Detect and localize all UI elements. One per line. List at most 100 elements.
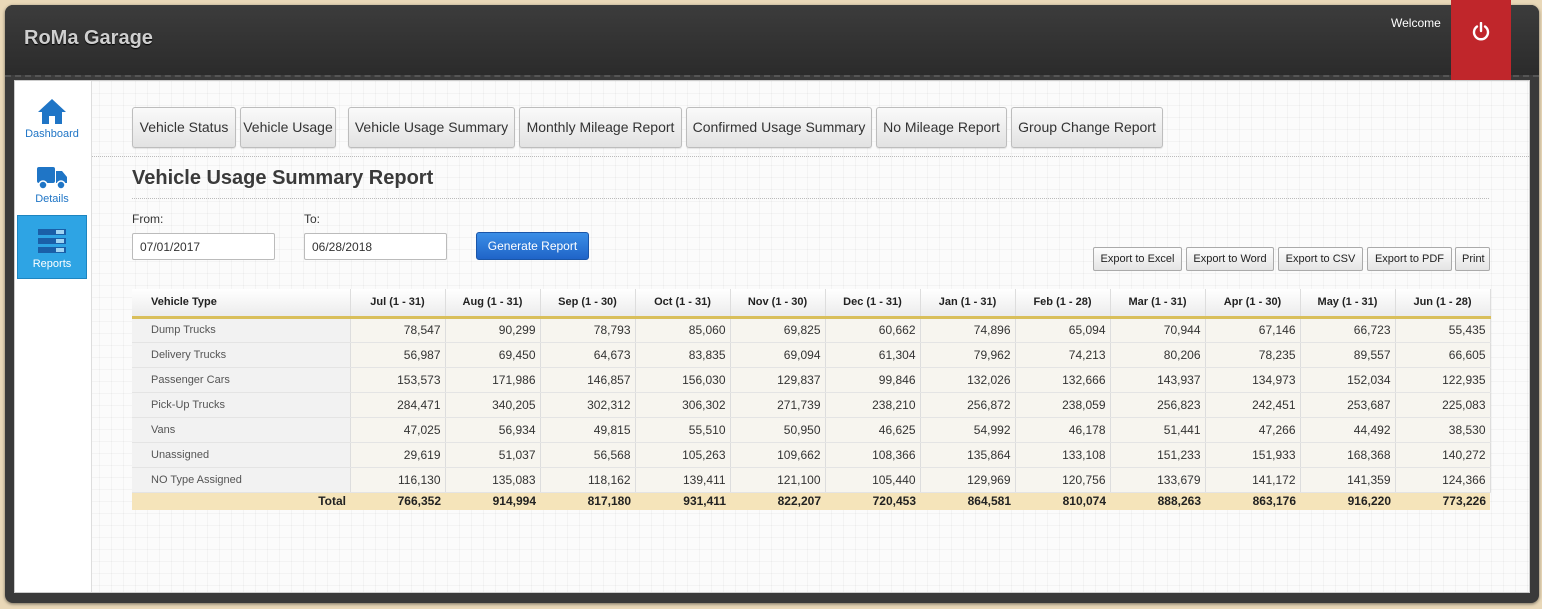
export-pdf-button[interactable]: Export to PDF bbox=[1367, 247, 1452, 271]
mileage-cell: 116,130 bbox=[350, 467, 446, 493]
vehicle-type-cell: Delivery Trucks bbox=[132, 342, 351, 368]
vehicle-type-cell: Pick-Up Trucks bbox=[132, 392, 351, 418]
list-icon bbox=[38, 229, 66, 253]
column-header[interactable]: Oct (1 - 31) bbox=[635, 289, 731, 319]
total-cell: 817,180 bbox=[540, 492, 635, 510]
table-row: Unassigned 29,619 51,037 56,568 105,263 109,6… bbox=[132, 442, 1491, 468]
export-excel-button[interactable]: Export to Excel bbox=[1093, 247, 1182, 271]
mileage-cell: 124,366 bbox=[1395, 467, 1491, 493]
tab-vehicle-usage-summary[interactable]: Vehicle Usage Summary bbox=[348, 107, 515, 148]
mileage-cell: 47,025 bbox=[350, 417, 446, 443]
welcome-text: Welcome bbox=[1391, 16, 1441, 30]
print-button[interactable]: Print bbox=[1455, 247, 1490, 271]
mileage-cell: 54,992 bbox=[920, 417, 1016, 443]
from-date-input[interactable] bbox=[132, 233, 275, 260]
column-header[interactable]: Dec (1 - 31) bbox=[825, 289, 921, 319]
mileage-cell: 51,441 bbox=[1110, 417, 1206, 443]
power-icon bbox=[1472, 22, 1490, 41]
sidebar-item-reports[interactable]: Reports bbox=[17, 215, 87, 279]
total-cell: 931,411 bbox=[635, 492, 730, 510]
total-cell: 916,220 bbox=[1300, 492, 1395, 510]
export-word-button[interactable]: Export to Word bbox=[1186, 247, 1274, 271]
mileage-cell: 38,530 bbox=[1395, 417, 1491, 443]
column-header[interactable]: Nov (1 - 30) bbox=[730, 289, 826, 319]
to-date-input[interactable] bbox=[304, 233, 447, 260]
sidebar-item-dashboard[interactable]: Dashboard bbox=[17, 86, 87, 150]
mileage-cell: 56,934 bbox=[445, 417, 541, 443]
total-row: Total 766,352 914,994 817,180 931,411 822,207… bbox=[132, 492, 1490, 510]
mileage-cell: 74,213 bbox=[1015, 342, 1111, 368]
mileage-cell: 302,312 bbox=[540, 392, 636, 418]
mileage-cell: 151,933 bbox=[1205, 442, 1301, 468]
sidebar-item-label: Reports bbox=[32, 258, 72, 270]
mileage-cell: 90,299 bbox=[445, 317, 541, 343]
page-title: Vehicle Usage Summary Report bbox=[132, 167, 434, 189]
column-header[interactable]: Jun (1 - 28) bbox=[1395, 289, 1491, 319]
column-header[interactable]: May (1 - 31) bbox=[1300, 289, 1396, 319]
mileage-cell: 134,973 bbox=[1205, 367, 1301, 393]
mileage-cell: 135,864 bbox=[920, 442, 1016, 468]
sidebar-item-label: Details bbox=[35, 193, 69, 205]
column-header[interactable]: Feb (1 - 28) bbox=[1015, 289, 1111, 319]
total-cell: 914,994 bbox=[445, 492, 540, 510]
mileage-cell: 151,233 bbox=[1110, 442, 1206, 468]
mileage-cell: 135,083 bbox=[445, 467, 541, 493]
tab-vehicle-usage[interactable]: Vehicle Usage bbox=[240, 107, 336, 148]
tab-group-change-report[interactable]: Group Change Report bbox=[1011, 107, 1163, 148]
mileage-cell: 49,815 bbox=[540, 417, 636, 443]
column-header[interactable]: Aug (1 - 31) bbox=[445, 289, 541, 319]
export-csv-button[interactable]: Export to CSV bbox=[1278, 247, 1363, 271]
mileage-cell: 256,872 bbox=[920, 392, 1016, 418]
mileage-cell: 109,662 bbox=[730, 442, 826, 468]
mileage-cell: 132,026 bbox=[920, 367, 1016, 393]
total-cell: 773,226 bbox=[1395, 492, 1490, 510]
table-row: Vans 47,025 56,934 49,815 55,510 50,950 46,625… bbox=[132, 417, 1491, 443]
mileage-cell: 50,950 bbox=[730, 417, 826, 443]
mileage-cell: 78,547 bbox=[350, 317, 446, 343]
mileage-cell: 121,100 bbox=[730, 467, 826, 493]
mileage-cell: 253,687 bbox=[1300, 392, 1396, 418]
mileage-cell: 238,210 bbox=[825, 392, 921, 418]
app-frame: RoMa Garage Welcome Dashboard Details Re… bbox=[5, 0, 1539, 603]
sidebar: Dashboard Details Reports bbox=[15, 81, 92, 592]
tab-confirmed-usage-summary[interactable]: Confirmed Usage Summary bbox=[686, 107, 872, 148]
divider bbox=[132, 198, 1489, 199]
mileage-cell: 132,666 bbox=[1015, 367, 1111, 393]
sidebar-item-label: Dashboard bbox=[25, 128, 79, 140]
mileage-cell: 168,368 bbox=[1300, 442, 1396, 468]
mileage-cell: 44,492 bbox=[1300, 417, 1396, 443]
mileage-cell: 47,266 bbox=[1205, 417, 1301, 443]
vehicle-type-cell: Passenger Cars bbox=[132, 367, 351, 393]
column-header[interactable]: Vehicle Type bbox=[132, 289, 351, 319]
mileage-cell: 152,034 bbox=[1300, 367, 1396, 393]
mileage-cell: 65,094 bbox=[1015, 317, 1111, 343]
column-header[interactable]: Jul (1 - 31) bbox=[350, 289, 446, 319]
mileage-cell: 118,162 bbox=[540, 467, 636, 493]
mileage-cell: 61,304 bbox=[825, 342, 921, 368]
mileage-cell: 80,206 bbox=[1110, 342, 1206, 368]
sidebar-item-details[interactable]: Details bbox=[17, 151, 87, 215]
mileage-cell: 64,673 bbox=[540, 342, 636, 368]
mileage-cell: 69,094 bbox=[730, 342, 826, 368]
from-label: From: bbox=[132, 212, 164, 226]
mileage-cell: 139,411 bbox=[635, 467, 731, 493]
column-header[interactable]: Sep (1 - 30) bbox=[540, 289, 636, 319]
mileage-cell: 284,471 bbox=[350, 392, 446, 418]
mileage-cell: 120,756 bbox=[1015, 467, 1111, 493]
mileage-cell: 306,302 bbox=[635, 392, 731, 418]
mileage-cell: 238,059 bbox=[1015, 392, 1111, 418]
column-header[interactable]: Mar (1 - 31) bbox=[1110, 289, 1206, 319]
column-header[interactable]: Jan (1 - 31) bbox=[920, 289, 1016, 319]
generate-report-button[interactable]: Generate Report bbox=[476, 232, 589, 260]
mileage-cell: 140,272 bbox=[1395, 442, 1491, 468]
mileage-cell: 69,825 bbox=[730, 317, 826, 343]
mileage-cell: 83,835 bbox=[635, 342, 731, 368]
tab-monthly-mileage-report[interactable]: Monthly Mileage Report bbox=[519, 107, 682, 148]
mileage-cell: 29,619 bbox=[350, 442, 446, 468]
tab-vehicle-status[interactable]: Vehicle Status bbox=[132, 107, 236, 148]
tab-no-mileage-report[interactable]: No Mileage Report bbox=[876, 107, 1007, 148]
mileage-cell: 153,573 bbox=[350, 367, 446, 393]
table-row: Delivery Trucks 56,987 69,450 64,673 83,835 6… bbox=[132, 342, 1491, 368]
total-label: Total bbox=[132, 492, 350, 510]
column-header[interactable]: Apr (1 - 30) bbox=[1205, 289, 1301, 319]
